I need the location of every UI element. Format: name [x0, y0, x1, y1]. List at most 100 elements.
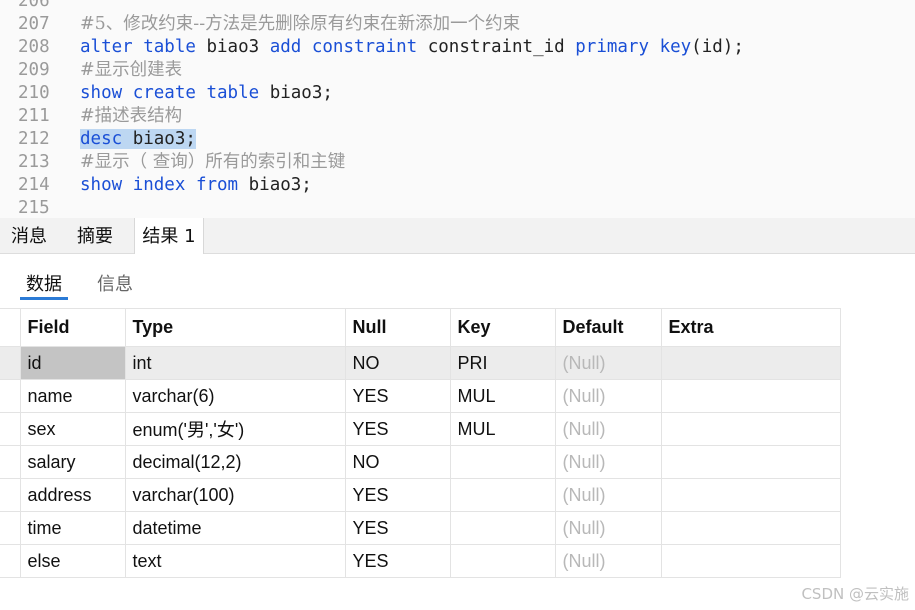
- table-cell-field[interactable]: time: [19, 511, 126, 545]
- tab-summary[interactable]: 摘要: [66, 218, 124, 254]
- table-cell-null[interactable]: YES: [344, 412, 451, 446]
- line-number: 207: [18, 14, 50, 34]
- table-cell-default[interactable]: (Null): [554, 511, 662, 545]
- code-line[interactable]: 210 show create table biao3;: [0, 82, 915, 105]
- table-cell-type[interactable]: decimal(12,2): [124, 445, 346, 479]
- table-cell-default[interactable]: (Null): [554, 346, 662, 380]
- column-header-key[interactable]: Key: [449, 308, 556, 347]
- code-token: add: [269, 37, 302, 57]
- line-code: #显示创建表: [80, 59, 182, 82]
- code-line[interactable]: 213 #显示（ 查询）所有的索引和主键: [0, 151, 915, 174]
- column-header-type[interactable]: Type: [124, 308, 346, 347]
- table-cell-field[interactable]: id: [19, 346, 126, 380]
- table-cell-key[interactable]: MUL: [449, 412, 556, 446]
- tab-result-1[interactable]: 结果 1: [134, 218, 204, 255]
- sql-editor[interactable]: 206 207 #5、修改约束--方法是先删除原有约束在新添加一个约束 208 alte…: [0, 0, 915, 218]
- line-number: 210: [18, 83, 50, 103]
- table-cell-field[interactable]: name: [19, 379, 126, 413]
- row-header[interactable]: [0, 511, 21, 545]
- row-header[interactable]: [0, 544, 21, 578]
- column-header-default[interactable]: Default: [554, 308, 662, 347]
- line-code: alter table biao3 add constraint constra…: [80, 36, 744, 59]
- code-line[interactable]: 211 #描述表结构: [0, 105, 915, 128]
- code-line[interactable]: 207 #5、修改约束--方法是先删除原有约束在新添加一个约束: [0, 13, 915, 36]
- table-cell-key[interactable]: MUL: [449, 379, 556, 413]
- row-header[interactable]: [0, 379, 21, 413]
- table-row[interactable]: salary decimal(12,2) NO (Null): [0, 445, 841, 479]
- table-cell-extra[interactable]: [660, 511, 841, 545]
- column-header-field[interactable]: Field: [19, 308, 126, 347]
- table-cell-default[interactable]: (Null): [554, 544, 662, 578]
- table-cell-key[interactable]: [449, 445, 556, 479]
- table-cell-null[interactable]: YES: [344, 379, 451, 413]
- table-cell-default[interactable]: (Null): [554, 412, 662, 446]
- line-number: 206: [18, 0, 50, 11]
- table-cell-field[interactable]: salary: [19, 445, 126, 479]
- table-cell-type[interactable]: int: [124, 346, 346, 380]
- code-line[interactable]: 215: [0, 197, 915, 218]
- code-token: table: [206, 83, 260, 103]
- code-line[interactable]: 206: [0, 0, 915, 13]
- table-cell-null[interactable]: NO: [344, 346, 451, 380]
- table-row[interactable]: address varchar(100) YES (Null): [0, 478, 841, 512]
- code-line[interactable]: 212 desc biao3;: [0, 128, 915, 151]
- line-number: 215: [18, 198, 50, 218]
- table-cell-extra[interactable]: [660, 412, 841, 446]
- line-number: 214: [18, 175, 50, 195]
- table-cell-null[interactable]: YES: [344, 544, 451, 578]
- column-header-extra[interactable]: Extra: [660, 308, 841, 347]
- table-cell-key[interactable]: [449, 511, 556, 545]
- table-cell-extra[interactable]: [660, 478, 841, 512]
- table-cell-extra[interactable]: [660, 544, 841, 578]
- table-row[interactable]: else text YES (Null): [0, 544, 841, 578]
- tab-messages[interactable]: 消息: [0, 218, 58, 254]
- line-number: 208: [18, 37, 50, 57]
- table-cell-default[interactable]: (Null): [554, 379, 662, 413]
- table-row[interactable]: time datetime YES (Null): [0, 511, 841, 545]
- table-row[interactable]: sex enum('男','女') YES MUL (Null): [0, 412, 841, 446]
- subtab-data[interactable]: 数据: [26, 270, 62, 296]
- result-tab-bar: 消息 摘要 结果 1: [0, 218, 915, 255]
- table-cell-extra[interactable]: [660, 379, 841, 413]
- grid-header-row: Field Type Null Key Default Extra: [0, 308, 841, 347]
- table-cell-type[interactable]: text: [124, 544, 346, 578]
- table-cell-type[interactable]: enum('男','女'): [124, 412, 346, 446]
- table-cell-key[interactable]: PRI: [449, 346, 556, 380]
- table-cell-extra[interactable]: [660, 445, 841, 479]
- table-cell-null[interactable]: YES: [344, 511, 451, 545]
- row-header[interactable]: [0, 478, 21, 512]
- table-cell-field[interactable]: sex: [19, 412, 126, 446]
- table-cell-default[interactable]: (Null): [554, 445, 662, 479]
- code-token: biao3: [195, 37, 270, 57]
- table-cell-key[interactable]: [449, 544, 556, 578]
- line-code: show index from biao3;: [80, 174, 312, 197]
- row-header[interactable]: [0, 445, 21, 479]
- result-grid: Field Type Null Key Default Extra id int N…: [0, 308, 841, 578]
- code-line[interactable]: 209 #显示创建表: [0, 59, 915, 82]
- row-header[interactable]: [0, 346, 21, 380]
- code-token: constraint: [311, 37, 418, 57]
- code-line[interactable]: 214 show index from biao3;: [0, 174, 915, 197]
- column-header-null[interactable]: Null: [344, 308, 451, 347]
- table-cell-null[interactable]: YES: [344, 478, 451, 512]
- table-row[interactable]: id int NO PRI (Null): [0, 346, 841, 380]
- table-cell-field[interactable]: else: [19, 544, 126, 578]
- table-cell-null[interactable]: NO: [344, 445, 451, 479]
- table-cell-extra[interactable]: [660, 346, 841, 380]
- line-number: 209: [18, 60, 50, 80]
- table-cell-default[interactable]: (Null): [554, 478, 662, 512]
- table-cell-key[interactable]: [449, 478, 556, 512]
- row-header[interactable]: [0, 412, 21, 446]
- subtab-info[interactable]: 信息: [97, 270, 133, 296]
- table-cell-field[interactable]: address: [19, 478, 126, 512]
- table-cell-type[interactable]: datetime: [124, 511, 346, 545]
- code-line[interactable]: 208 alter table biao3 add constraint cons…: [0, 36, 915, 59]
- table-row[interactable]: name varchar(6) YES MUL (Null): [0, 379, 841, 413]
- table-cell-type[interactable]: varchar(6): [124, 379, 346, 413]
- table-cell-type[interactable]: varchar(100): [124, 478, 346, 512]
